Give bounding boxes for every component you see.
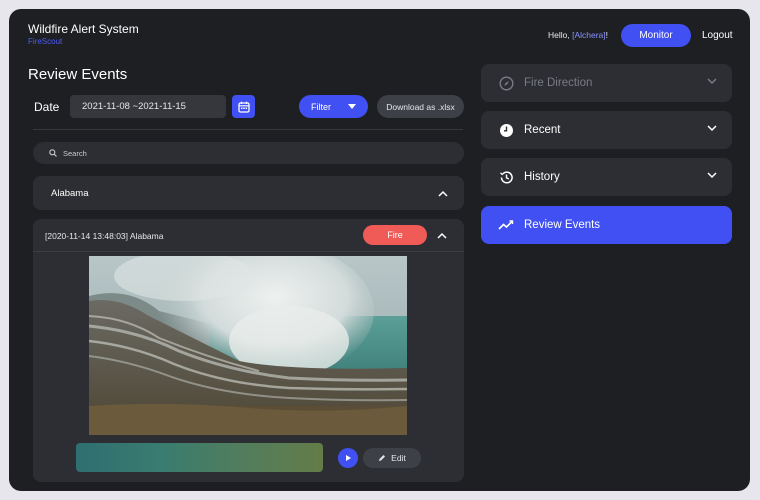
- greeting-suffix: !: [605, 30, 608, 40]
- menu-item-review-events[interactable]: Review Events: [481, 206, 732, 244]
- chevron-up-icon[interactable]: [437, 232, 447, 239]
- event-title: [2020-11-14 13:48:03] Alabama: [45, 231, 164, 241]
- state-group-label: Alabama: [51, 187, 89, 199]
- fire-status-badge: Fire: [363, 225, 427, 245]
- video-timeline[interactable]: [76, 443, 323, 472]
- chevron-down-icon: [707, 78, 717, 85]
- search-icon: [49, 149, 57, 157]
- play-button[interactable]: [338, 448, 358, 468]
- download-xlsx-button[interactable]: Download as .xlsx: [377, 95, 464, 118]
- menu-item-label: Recent: [524, 124, 561, 136]
- search-input[interactable]: Search: [33, 142, 464, 164]
- chevron-up-icon[interactable]: [438, 190, 448, 197]
- page-title: Review Events: [28, 66, 128, 83]
- logout-link[interactable]: Logout: [702, 30, 733, 41]
- filter-label: Filter: [311, 101, 331, 112]
- play-icon: [346, 455, 351, 461]
- edit-button[interactable]: Edit: [363, 448, 421, 468]
- menu-item-recent[interactable]: Recent: [481, 111, 732, 149]
- app-subtitle: FireScout: [28, 37, 63, 46]
- date-range-input[interactable]: 2021-11-08 ~2021-11-15: [70, 95, 226, 118]
- pencil-icon: [379, 455, 386, 461]
- clock-icon: [498, 122, 514, 138]
- chevron-down-icon: [707, 125, 717, 132]
- caret-down-icon: [348, 104, 356, 109]
- event-card: [2020-11-14 13:48:03] Alabama Fire Edit: [33, 219, 464, 482]
- compass-icon: [498, 75, 514, 91]
- menu-item-label: Review Events: [524, 219, 601, 231]
- trend-icon: [498, 217, 514, 233]
- user-name[interactable]: [Alchera]: [572, 30, 606, 40]
- calendar-icon: [237, 101, 250, 113]
- state-group-row[interactable]: Alabama: [33, 176, 464, 210]
- menu-item-label: History: [524, 171, 560, 183]
- chevron-down-icon: [707, 172, 717, 179]
- search-placeholder: Search: [63, 148, 87, 158]
- date-label: Date: [34, 100, 60, 114]
- divider: [33, 129, 463, 130]
- calendar-button[interactable]: [232, 95, 255, 118]
- monitor-button[interactable]: Monitor: [621, 24, 691, 47]
- volcano-smoke-image: [89, 256, 407, 435]
- greeting-prefix: Hello,: [547, 30, 573, 40]
- app-title: Wildfire Alert System: [28, 22, 139, 36]
- menu-item-history[interactable]: History: [481, 158, 732, 196]
- user-greeting: Hello, [Alchera]!: [548, 30, 608, 40]
- filter-button[interactable]: Filter: [299, 95, 368, 118]
- divider: [33, 251, 464, 252]
- app-window: Wildfire Alert System FireScout Hello, […: [9, 9, 750, 491]
- menu-item-fire-direction[interactable]: Fire Direction: [481, 64, 732, 102]
- edit-label: Edit: [391, 453, 406, 463]
- menu-item-label: Fire Direction: [524, 77, 593, 89]
- event-image: [89, 256, 407, 435]
- history-icon: [498, 169, 514, 185]
